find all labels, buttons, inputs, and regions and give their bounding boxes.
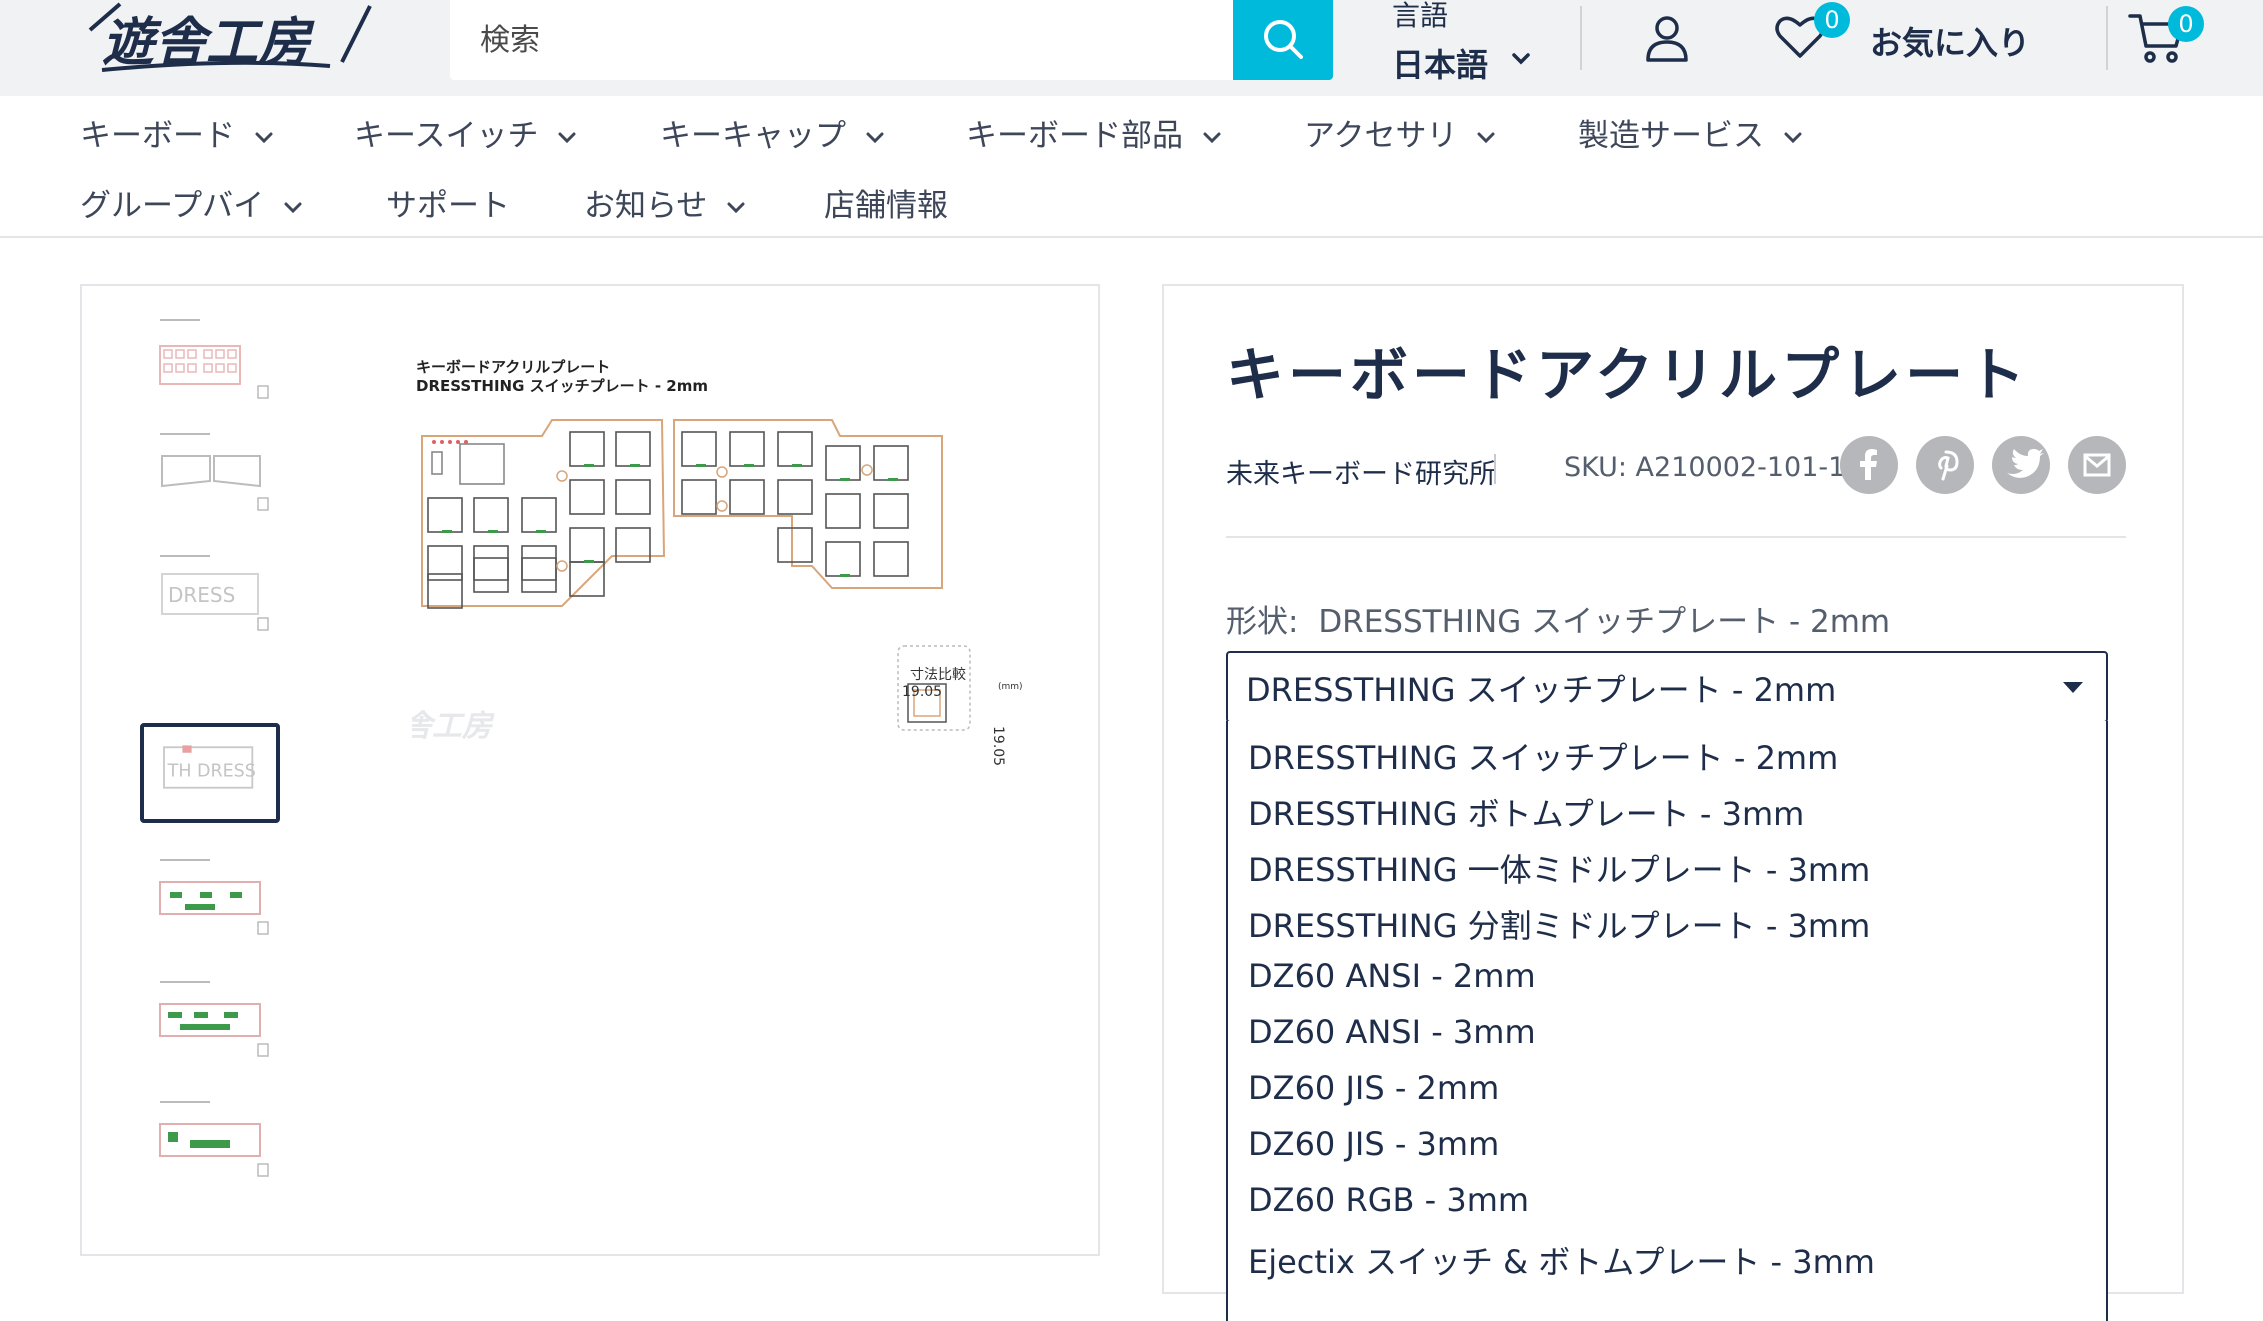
variant-option[interactable]: DRESSTHING 一体ミドルプレート - 3mm bbox=[1248, 845, 1870, 891]
variant-option[interactable]: DZ60 RGB - 3mm bbox=[1248, 1181, 1529, 1219]
store-logo[interactable]: 遊舎工房 bbox=[80, 0, 380, 78]
twitter-icon bbox=[2007, 449, 2044, 478]
main-product-image[interactable]: 遊舎工房 bbox=[412, 406, 1062, 846]
gallery-thumbnail[interactable] bbox=[140, 1094, 280, 1194]
product-gallery: DRESS TH DRESS キーボードアクリルプレート DRESSTHING … bbox=[80, 284, 1100, 1256]
variant-option[interactable]: DZ60 JIS - 2mm bbox=[1248, 1069, 1499, 1107]
variant-option[interactable]: DZ60 ANSI - 3mm bbox=[1248, 1013, 1536, 1051]
nav-item-accessories[interactable]: アクセサリ bbox=[1304, 110, 1497, 155]
image-title-line1: キーボードアクリルプレート bbox=[416, 358, 611, 376]
cart-count-badge: 0 bbox=[2168, 6, 2204, 42]
share-twitter-button[interactable] bbox=[1992, 436, 2050, 494]
nav-item-group-buy[interactable]: グループバイ bbox=[80, 180, 304, 225]
gallery-thumbnail[interactable] bbox=[140, 852, 280, 952]
search-bar bbox=[450, 0, 1333, 80]
chevron-down-icon bbox=[255, 132, 273, 143]
site-header: 遊舎工房 言語 日本語 0 お気に入り bbox=[0, 0, 2263, 96]
product-title: キーボードアクリルプレート bbox=[1226, 341, 2030, 409]
chevron-down-icon bbox=[727, 202, 745, 213]
compare-unit: (mm) bbox=[998, 682, 1023, 692]
nav-item-switches[interactable]: キースイッチ bbox=[354, 110, 578, 155]
wishlist-count-badge: 0 bbox=[1814, 2, 1850, 38]
caret-down-icon bbox=[2063, 682, 2083, 693]
variant-options-list: DRESSTHING スイッチプレート - 2mm DRESSTHING ボトム… bbox=[1226, 721, 2108, 1321]
variant-option[interactable]: DRESSTHING スイッチプレート - 2mm bbox=[1248, 733, 1838, 779]
product-sku: SKU: A210002-101-1 bbox=[1564, 452, 1846, 483]
variant-label: 形状: DRESSTHING スイッチプレート - 2mm bbox=[1226, 596, 1890, 641]
chevron-down-icon bbox=[866, 132, 884, 143]
panel-divider bbox=[1226, 536, 2126, 538]
variant-option[interactable]: DRESSTHING ボトムプレート - 3mm bbox=[1248, 789, 1804, 835]
svg-text:DRESS: DRESS bbox=[168, 583, 235, 607]
chevron-down-icon bbox=[1477, 132, 1495, 143]
email-icon bbox=[2083, 453, 2111, 477]
gallery-thumbnail[interactable] bbox=[140, 426, 280, 526]
nav-item-support[interactable]: サポート bbox=[386, 180, 510, 225]
variant-option[interactable]: Ejectix スイッチ & ボトムプレート - 3mm bbox=[1248, 1237, 1875, 1283]
facebook-icon bbox=[1860, 449, 1877, 480]
chevron-down-icon bbox=[558, 132, 576, 143]
meta-divider bbox=[1494, 454, 1496, 484]
product-info-panel: キーボードアクリルプレート 未来キーボード研究所 SKU: A210002-10… bbox=[1162, 284, 2184, 1321]
search-button[interactable] bbox=[1233, 0, 1333, 80]
nav-divider bbox=[0, 236, 2263, 238]
compare-width: 19.05 bbox=[902, 684, 943, 700]
share-email-button[interactable] bbox=[2068, 436, 2126, 494]
svg-text:TH DRESS: TH DRESS bbox=[167, 762, 256, 782]
chevron-down-icon bbox=[284, 202, 302, 213]
share-facebook-button[interactable] bbox=[1840, 436, 1898, 494]
variant-label-name: 形状: bbox=[1226, 604, 1299, 640]
nav-item-store-info[interactable]: 店舗情報 bbox=[824, 180, 948, 225]
language-label: 言語 bbox=[1392, 0, 1449, 32]
variant-label-value: DRESSTHING スイッチプレート - 2mm bbox=[1318, 604, 1891, 640]
account-icon[interactable] bbox=[1644, 14, 1690, 64]
variant-select-value: DRESSTHING スイッチプレート - 2mm bbox=[1246, 671, 1837, 709]
gallery-thumbnail[interactable] bbox=[140, 306, 280, 406]
pinterest-icon bbox=[1938, 450, 1959, 481]
search-icon bbox=[1264, 20, 1303, 59]
image-watermark: 遊舎工房 bbox=[412, 709, 495, 744]
compare-height: 19.05 bbox=[990, 726, 1006, 767]
chevron-down-icon bbox=[1784, 132, 1802, 143]
gallery-thumbnail[interactable]: DRESS bbox=[140, 548, 280, 648]
gallery-thumbnail[interactable] bbox=[140, 974, 280, 1074]
search-input[interactable] bbox=[450, 0, 1230, 80]
variant-option[interactable]: DZ60 JIS - 3mm bbox=[1248, 1125, 1499, 1163]
variant-select[interactable]: DRESSTHING スイッチプレート - 2mm bbox=[1226, 651, 2108, 723]
compare-label: 寸法比較 bbox=[910, 667, 966, 683]
header-divider bbox=[2106, 6, 2108, 70]
gallery-thumbnail-active[interactable]: TH DRESS bbox=[140, 723, 280, 823]
nav-item-keyboard-parts[interactable]: キーボード部品 bbox=[966, 110, 1223, 155]
chevron-down-icon bbox=[1203, 132, 1221, 143]
nav-item-keycaps[interactable]: キーキャップ bbox=[660, 110, 886, 155]
product-vendor[interactable]: 未来キーボード研究所 bbox=[1226, 452, 1496, 491]
nav-item-keyboards[interactable]: キーボード bbox=[80, 110, 275, 155]
language-selector[interactable]: 言語 日本語 bbox=[1392, 0, 1552, 90]
variant-option[interactable]: DRESSTHING 分割ミドルプレート - 3mm bbox=[1248, 901, 1870, 947]
wishlist-label[interactable]: お気に入り bbox=[1870, 18, 2030, 64]
nav-item-manufacturing[interactable]: 製造サービス bbox=[1578, 110, 1804, 155]
wishlist-link[interactable]: 0 bbox=[1772, 2, 1850, 68]
share-pinterest-button[interactable] bbox=[1916, 436, 1974, 494]
nav-item-news[interactable]: お知らせ bbox=[584, 180, 747, 225]
cart-link[interactable]: 0 bbox=[2128, 6, 2204, 70]
language-value: 日本語 bbox=[1392, 46, 1489, 84]
variant-option[interactable]: DZ60 ANSI - 2mm bbox=[1248, 957, 1536, 995]
image-title-line2: DRESSTHING スイッチプレート - 2mm bbox=[416, 377, 709, 395]
chevron-down-icon bbox=[1512, 53, 1530, 65]
header-divider bbox=[1580, 6, 1582, 70]
